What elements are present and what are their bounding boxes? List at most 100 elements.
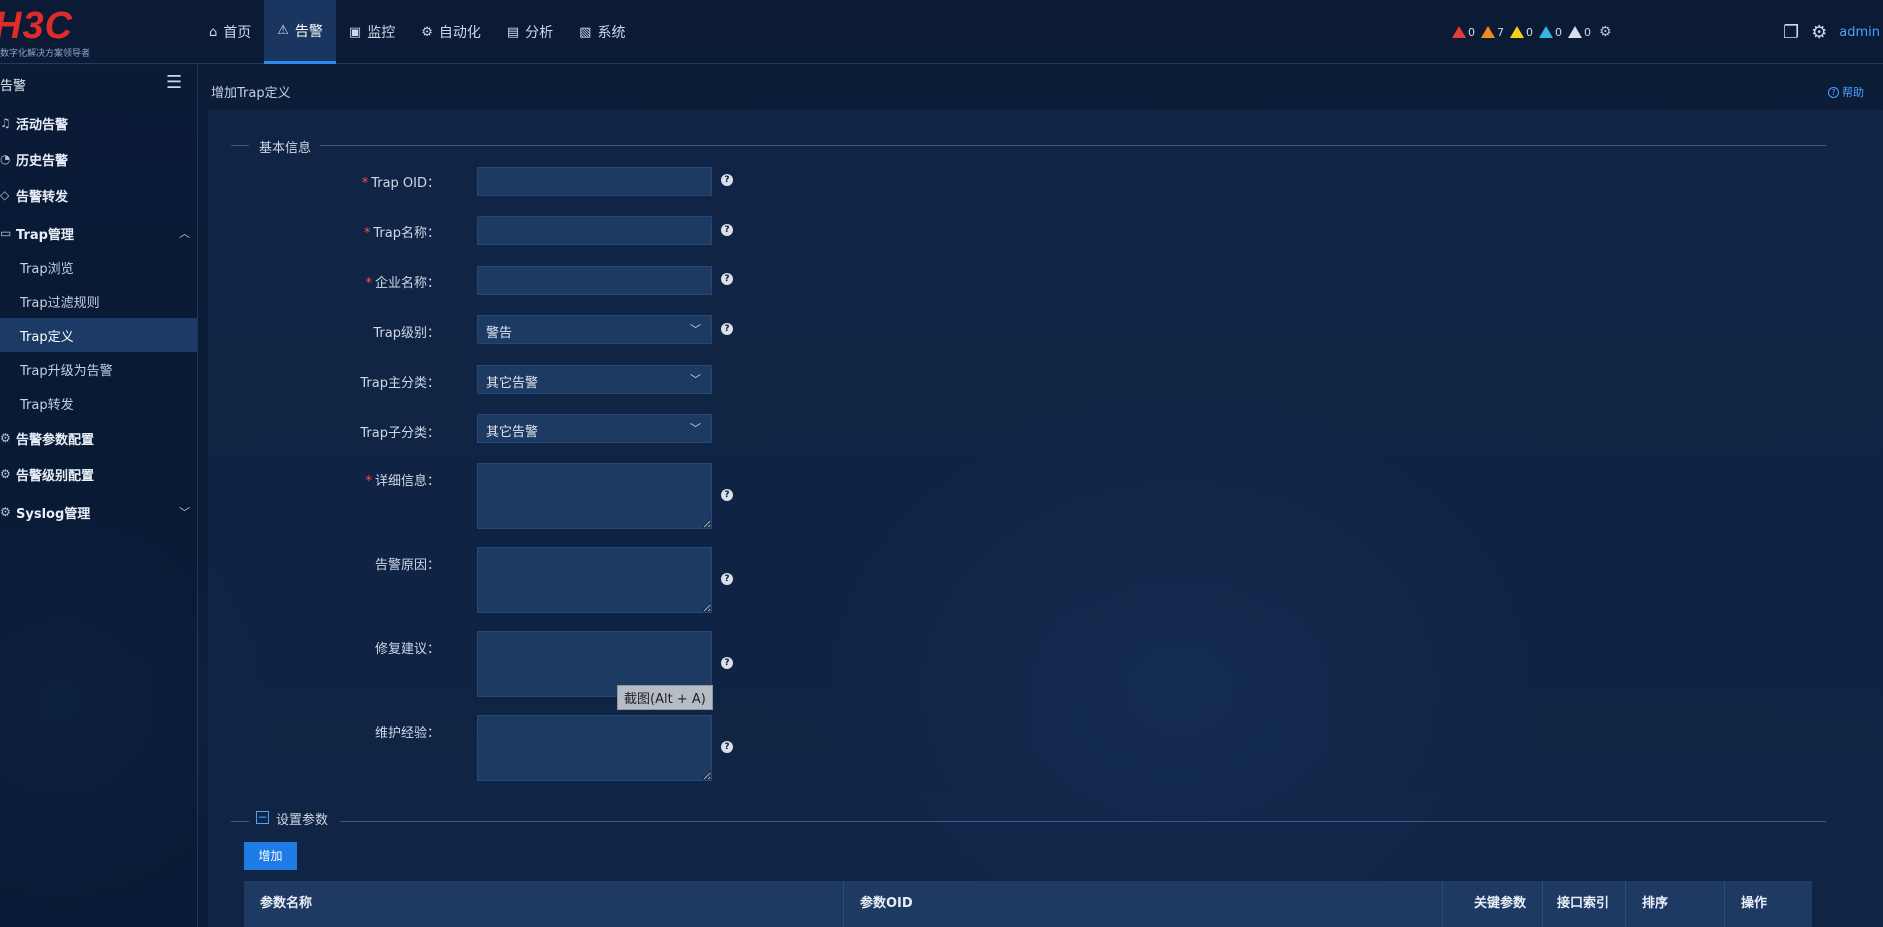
- alarm-cause-textarea[interactable]: [477, 547, 712, 613]
- divider: [320, 145, 1826, 146]
- sidebar-subitem-label: Trap浏览: [20, 261, 74, 277]
- user-menu[interactable]: admin: [1839, 25, 1880, 40]
- trap-main-category-select[interactable]: 其它告警 ﹀: [477, 365, 712, 394]
- select-value: 警告: [486, 326, 513, 341]
- sidebar-item-label: Trap管理: [16, 227, 74, 243]
- alarm-info[interactable]: 0: [1568, 26, 1591, 39]
- column-header[interactable]: 参数名称: [244, 881, 844, 927]
- nav-label: 系统: [597, 25, 626, 41]
- column-header[interactable]: 参数OID: [844, 881, 1443, 927]
- sidebar-subitem-trap-browse[interactable]: Trap浏览: [0, 250, 198, 284]
- nav-analysis[interactable]: ▤ 分析: [494, 0, 566, 64]
- help-label: 帮助: [1842, 86, 1864, 99]
- required-mark: *: [365, 276, 372, 291]
- screenshot-tooltip: 截图(Alt + A): [617, 685, 713, 710]
- logo-slogan: 数字化解决方案领导者: [0, 49, 91, 59]
- sidebar-subitem-trap-filter[interactable]: Trap过滤规则: [0, 284, 198, 318]
- label-text: 企业名称：: [374, 276, 440, 291]
- trap-name-input[interactable]: [477, 216, 712, 245]
- divider: [231, 821, 249, 822]
- alarm-minor[interactable]: 0: [1510, 26, 1533, 39]
- sidebar-item-history-alarm[interactable]: ◔ 历史告警: [0, 142, 198, 176]
- copy-icon[interactable]: ❐: [1783, 22, 1799, 43]
- trap-sub-category-select[interactable]: 其它告警 ﹀: [477, 414, 712, 443]
- collapse-section-icon[interactable]: −: [256, 811, 269, 824]
- sidebar-item-trap-management[interactable]: ▭ Trap管理 ︿: [0, 216, 198, 250]
- chevron-up-icon: ︿: [179, 227, 190, 240]
- alarm-count: 7: [1497, 25, 1504, 39]
- trap-main-category-label: Trap主分类：: [360, 376, 440, 391]
- nav-monitor[interactable]: ▣ 监控: [336, 0, 408, 64]
- divider: [231, 145, 249, 146]
- alarm-warning[interactable]: 0: [1539, 26, 1562, 39]
- params-table-header: 参数名称 参数OID 关键参数 接口索引 排序 操作: [244, 881, 1812, 927]
- alarm-summary[interactable]: 0 7 0 0 0 ⚙: [1452, 24, 1612, 40]
- detail-info-textarea[interactable]: [477, 463, 712, 529]
- chevron-down-icon: ﹀: [690, 422, 701, 435]
- trap-oid-input[interactable]: [477, 167, 712, 196]
- warning-alarm-icon: [1539, 26, 1553, 38]
- syslog-icon: ⚙: [0, 505, 11, 519]
- section-title-basic-info: 基本信息: [259, 141, 312, 156]
- help-icon[interactable]: ?: [721, 573, 733, 585]
- alarm-count: 0: [1468, 25, 1475, 39]
- column-header[interactable]: 关键参数: [1443, 881, 1543, 927]
- config-icon: ⚙: [0, 431, 11, 445]
- sidebar-subitem-trap-definition[interactable]: Trap定义: [0, 318, 198, 352]
- sidebar-item-alarm-forward[interactable]: ◇ 告警转发: [0, 178, 198, 212]
- help-link[interactable]: ? 帮助: [1828, 84, 1864, 100]
- alarm-critical[interactable]: 0: [1452, 26, 1475, 39]
- select-value: 其它告警: [486, 376, 539, 391]
- repair-suggestion-label: 修复建议：: [374, 642, 440, 657]
- help-icon[interactable]: ?: [721, 489, 733, 501]
- sidebar-subitem-trap-upgrade[interactable]: Trap升级为告警: [0, 352, 198, 386]
- add-param-button[interactable]: 增加: [244, 842, 297, 870]
- alarm-count: 0: [1555, 25, 1562, 39]
- help-icon[interactable]: ?: [721, 273, 733, 285]
- major-alarm-icon: [1481, 26, 1495, 38]
- chevron-down-icon: ﹀: [179, 506, 190, 519]
- column-header[interactable]: 接口索引: [1543, 881, 1626, 927]
- help-icon[interactable]: ?: [721, 741, 733, 753]
- logo[interactable]: H3C 数字化解决方案领导者: [0, 5, 120, 59]
- chevron-down-icon: ﹀: [690, 373, 701, 386]
- alarm-major[interactable]: 7: [1481, 26, 1504, 39]
- alarm-settings-icon[interactable]: ⚙: [1599, 24, 1612, 40]
- required-mark: *: [361, 176, 369, 191]
- help-icon[interactable]: ?: [721, 323, 733, 335]
- help-icon[interactable]: ?: [721, 174, 733, 186]
- gear-icon[interactable]: ⚙: [1811, 22, 1827, 43]
- column-header[interactable]: 排序: [1626, 881, 1725, 927]
- nav-label: 自动化: [438, 25, 481, 41]
- vendor-name-label: * 企业名称：: [210, 272, 440, 291]
- top-right-tools: ❐ ⚙ admin: [1783, 22, 1880, 43]
- nav-label: 分析: [525, 25, 554, 41]
- nav-alarm[interactable]: ⚠ 告警: [264, 0, 336, 64]
- info-alarm-icon: [1568, 26, 1582, 38]
- sidebar-item-active-alarm[interactable]: ♫ 活动告警: [0, 106, 198, 140]
- maintenance-experience-textarea[interactable]: [477, 715, 712, 781]
- config-icon: ⚙: [0, 467, 11, 481]
- help-icon: ?: [1828, 86, 1839, 98]
- sidebar-item-alarm-level[interactable]: ⚙ 告警级别配置: [0, 457, 198, 491]
- top-bar: H3C 数字化解决方案领导者 ⌂ 首页 ⚠ 告警 ▣ 监控 ⚙ 自动化 ▤ 分析…: [0, 0, 1883, 64]
- menu-collapse-icon[interactable]: ☰: [166, 72, 182, 93]
- critical-alarm-icon: [1452, 26, 1466, 38]
- trap-level-select[interactable]: 警告 ﹀: [477, 315, 712, 344]
- alarm-count: 0: [1584, 25, 1591, 39]
- help-icon[interactable]: ?: [721, 224, 733, 236]
- sidebar-item-alarm-params[interactable]: ⚙ 告警参数配置: [0, 421, 198, 455]
- sidebar-item-syslog[interactable]: ⚙ Syslog管理 ﹀: [0, 495, 198, 529]
- nav-automation[interactable]: ⚙ 自动化: [408, 0, 494, 64]
- sidebar-subitem-trap-forward[interactable]: Trap转发: [0, 386, 198, 420]
- logo-mark: H3C: [0, 5, 74, 47]
- bell-icon: ♫: [0, 116, 11, 130]
- column-header[interactable]: 操作: [1725, 881, 1812, 927]
- nav-system[interactable]: ▧ 系统: [566, 0, 638, 64]
- help-icon[interactable]: ?: [721, 657, 733, 669]
- vendor-name-input[interactable]: [477, 266, 712, 295]
- sidebar-item-label: 历史告警: [16, 153, 69, 169]
- nav-home[interactable]: ⌂ 首页: [196, 0, 264, 64]
- alarm-cause-label: 告警原因：: [374, 558, 440, 573]
- nav-label: 监控: [367, 25, 396, 41]
